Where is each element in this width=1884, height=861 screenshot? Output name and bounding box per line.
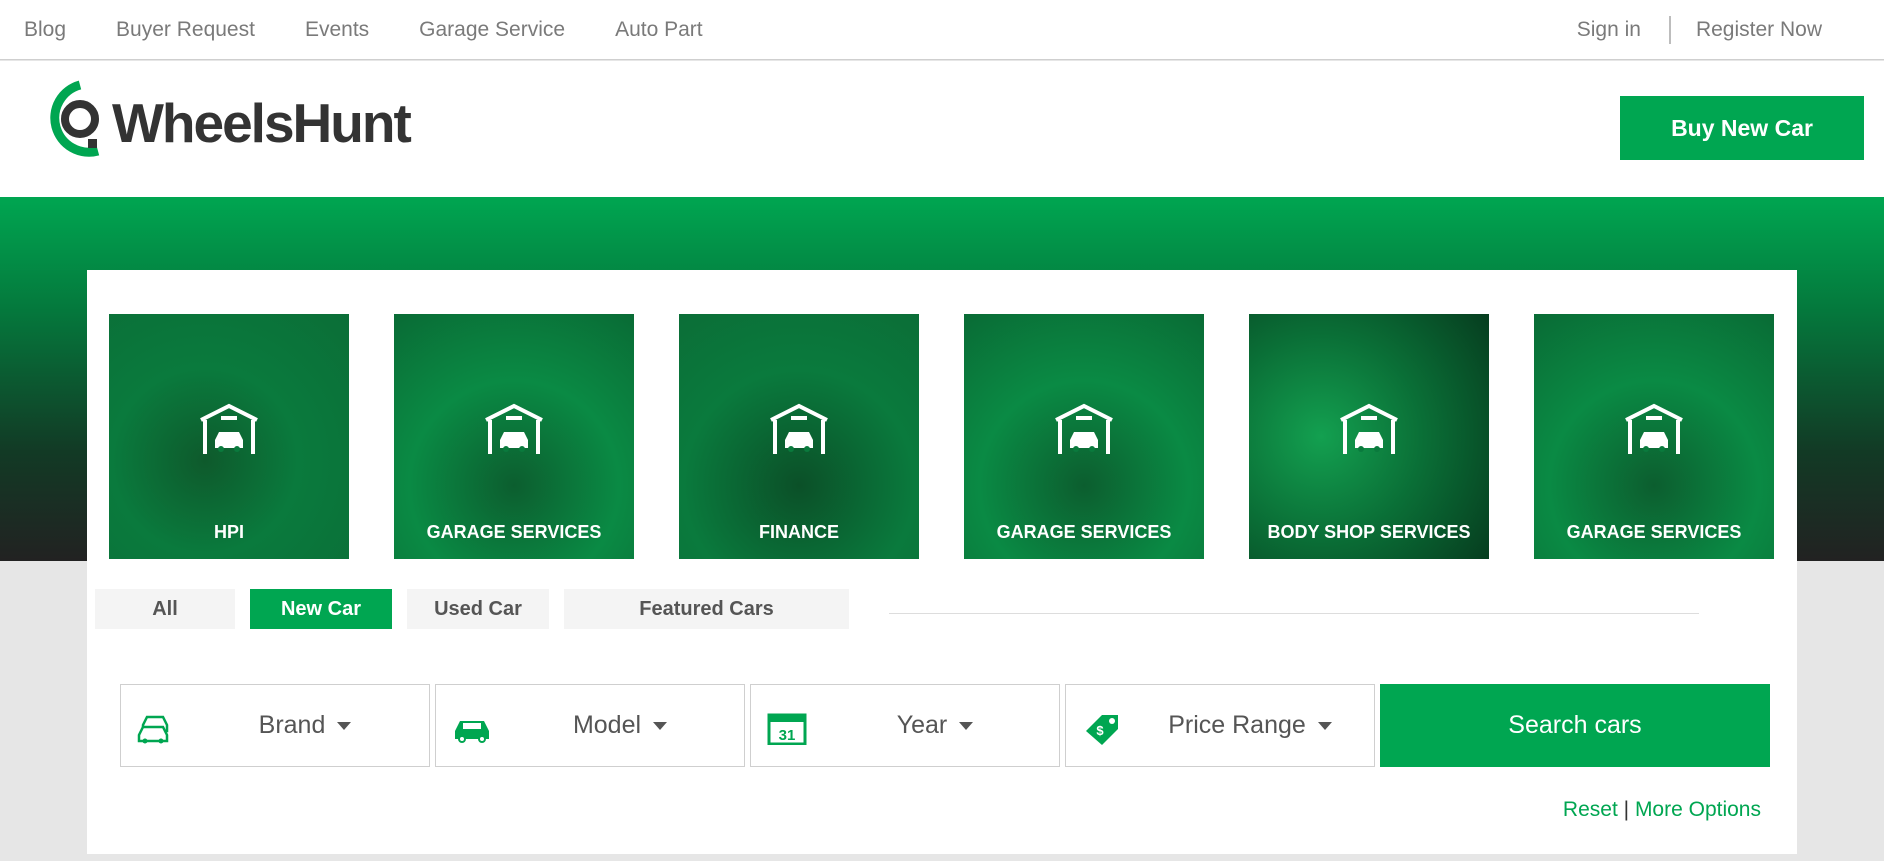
- calendar-icon: 31: [767, 713, 807, 745]
- brand-label: Brand: [258, 711, 326, 739]
- nav-auto-part[interactable]: Auto Part: [615, 18, 703, 42]
- search-filters: Brand Model 31 Year $ Price Range Search…: [120, 684, 1770, 767]
- year-label: Year: [896, 711, 948, 739]
- model-select[interactable]: Model: [435, 684, 745, 767]
- search-links: Reset | More Options: [1563, 798, 1761, 822]
- reset-link[interactable]: Reset: [1563, 798, 1618, 821]
- nav-buyer-request[interactable]: Buyer Request: [116, 18, 255, 42]
- tile-label: BODY SHOP SERVICES: [1267, 522, 1471, 542]
- search-panel: HPI GARAGE SERVICES FINANCE GARAGE SERVI…: [87, 270, 1797, 854]
- tabs-divider: [889, 613, 1699, 614]
- price-tag-icon: $: [1086, 715, 1118, 745]
- register-link[interactable]: Register Now: [1696, 18, 1822, 42]
- calendar-icon-text: 31: [779, 727, 796, 744]
- tile-hpi[interactable]: HPI: [109, 314, 349, 559]
- links-separator: |: [1623, 798, 1630, 821]
- tab-used-car[interactable]: Used Car: [407, 589, 549, 629]
- tile-body-shop-services[interactable]: BODY SHOP SERVICES: [1249, 314, 1489, 559]
- service-tiles: HPI GARAGE SERVICES FINANCE GARAGE SERVI…: [109, 314, 1774, 559]
- model-label: Model: [572, 711, 642, 739]
- garage-car-icon: [1340, 403, 1398, 454]
- tile-label: GARAGE SERVICES: [996, 522, 1172, 542]
- year-select[interactable]: 31 Year: [750, 684, 1060, 767]
- nav-events[interactable]: Events: [305, 18, 369, 42]
- price-range-label: Price Range: [1168, 711, 1306, 739]
- site-header: WheelsHunt Buy New Car: [0, 61, 1884, 197]
- logo-icon: [50, 80, 100, 157]
- search-cars-button[interactable]: Search cars: [1380, 684, 1770, 767]
- tile-label: GARAGE SERVICES: [1566, 522, 1742, 542]
- top-nav: Blog Buyer Request Events Garage Service…: [24, 0, 753, 60]
- garage-car-icon: [200, 403, 258, 454]
- garage-car-icon: [1625, 403, 1683, 454]
- tile-garage-services[interactable]: GARAGE SERVICES: [964, 314, 1204, 559]
- garage-car-icon: [770, 403, 828, 454]
- chevron-down-icon: [337, 721, 352, 730]
- tile-label: GARAGE SERVICES: [426, 522, 602, 542]
- svg-text:$: $: [1096, 723, 1104, 738]
- tab-new-car[interactable]: New Car: [250, 589, 392, 629]
- price-range-select[interactable]: $ Price Range: [1065, 684, 1375, 767]
- tile-finance[interactable]: FINANCE: [679, 314, 919, 559]
- garage-car-icon: [1055, 403, 1113, 454]
- chevron-down-icon: [653, 721, 668, 730]
- tile-label: FINANCE: [759, 522, 839, 542]
- tile-garage-services[interactable]: GARAGE SERVICES: [1534, 314, 1774, 559]
- tab-all[interactable]: All: [95, 589, 235, 629]
- nav-garage-service[interactable]: Garage Service: [419, 18, 565, 42]
- auth-links: Sign in Register Now: [1577, 0, 1822, 60]
- tab-featured-cars[interactable]: Featured Cars: [564, 589, 849, 629]
- logo[interactable]: WheelsHunt: [40, 79, 412, 167]
- more-options-link[interactable]: More Options: [1635, 798, 1761, 821]
- cars-icon: [137, 715, 169, 744]
- nav-blog[interactable]: Blog: [24, 18, 66, 42]
- top-bar: Blog Buyer Request Events Garage Service…: [0, 0, 1884, 60]
- tile-label: HPI: [213, 522, 244, 542]
- garage-car-icon: [485, 403, 543, 454]
- auth-divider: [1668, 16, 1671, 44]
- buy-new-car-button[interactable]: Buy New Car: [1620, 96, 1864, 160]
- sign-in-link[interactable]: Sign in: [1577, 18, 1641, 42]
- chevron-down-icon: [959, 721, 974, 730]
- brand-select[interactable]: Brand: [120, 684, 430, 767]
- car-icon: [455, 721, 489, 743]
- tile-garage-services[interactable]: GARAGE SERVICES: [394, 314, 634, 559]
- logo-text: WheelsHunt: [112, 92, 412, 154]
- category-tabs: All New Car Used Car Featured Cars: [95, 589, 864, 629]
- chevron-down-icon: [1317, 721, 1332, 730]
